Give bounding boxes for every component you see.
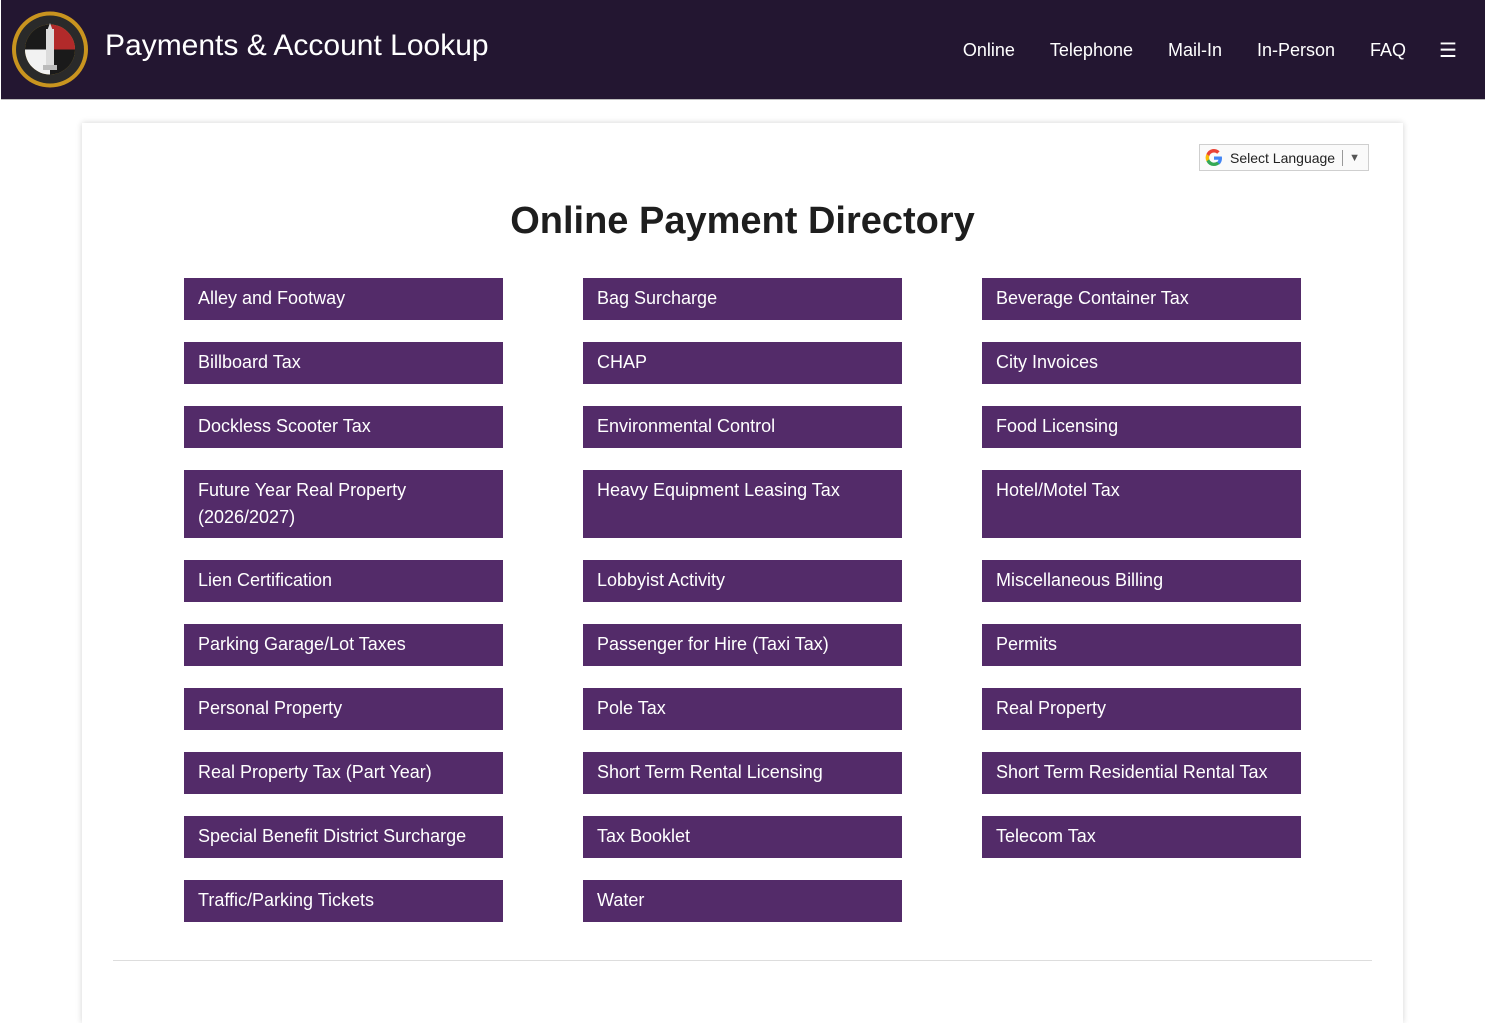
pay-button-short-term-rental-licensing[interactable]: Short Term Rental Licensing <box>583 752 902 794</box>
pay-button-billboard-tax[interactable]: Billboard Tax <box>184 342 503 384</box>
pay-button-environmental-control[interactable]: Environmental Control <box>583 406 902 448</box>
city-seal-logo[interactable] <box>11 9 89 90</box>
pay-button-short-term-residential-rental-tax[interactable]: Short Term Residential Rental Tax <box>982 752 1301 794</box>
main-nav: Online Telephone Mail-In In-Person FAQ ☰ <box>963 0 1485 100</box>
pay-button-personal-property[interactable]: Personal Property <box>184 688 503 730</box>
pay-button-tax-booklet[interactable]: Tax Booklet <box>583 816 902 858</box>
pay-button-heavy-equipment-leasing-tax[interactable]: Heavy Equipment Leasing Tax <box>583 470 902 538</box>
pay-button-water[interactable]: Water <box>583 880 902 922</box>
section-divider <box>113 960 1372 961</box>
pay-button-special-benefit-district-surcharge[interactable]: Special Benefit District Surcharge <box>184 816 503 858</box>
hamburger-menu-icon[interactable]: ☰ <box>1439 38 1457 63</box>
content-card: Select Language ▼ Online Payment Directo… <box>82 123 1403 1023</box>
pay-button-lien-certification[interactable]: Lien Certification <box>184 560 503 602</box>
language-select-label: Select Language <box>1230 149 1336 166</box>
pay-button-beverage-container-tax[interactable]: Beverage Container Tax <box>982 278 1301 320</box>
nav-online[interactable]: Online <box>963 40 1015 61</box>
pay-button-passenger-for-hire[interactable]: Passenger for Hire (Taxi Tax) <box>583 624 902 666</box>
pay-button-alley-and-footway[interactable]: Alley and Footway <box>184 278 503 320</box>
pay-button-traffic-parking-tickets[interactable]: Traffic/Parking Tickets <box>184 880 503 922</box>
dropdown-arrow-icon: ▼ <box>1349 151 1360 164</box>
pay-button-bag-surcharge[interactable]: Bag Surcharge <box>583 278 902 320</box>
site-header: Payments & Account Lookup Online Telepho… <box>1 0 1485 100</box>
pay-button-lobbyist-activity[interactable]: Lobbyist Activity <box>583 560 902 602</box>
pay-button-parking-garage-lot-taxes[interactable]: Parking Garage/Lot Taxes <box>184 624 503 666</box>
language-select-divider <box>1342 149 1344 166</box>
site-title[interactable]: Payments & Account Lookup <box>105 28 489 64</box>
pay-button-pole-tax[interactable]: Pole Tax <box>583 688 902 730</box>
payment-directory-grid: Alley and Footway Bag Surcharge Beverage… <box>184 278 1301 922</box>
page-title: Online Payment Directory <box>510 200 975 242</box>
nav-telephone[interactable]: Telephone <box>1050 40 1133 61</box>
nav-in-person[interactable]: In-Person <box>1257 40 1335 61</box>
pay-button-future-year-real-property[interactable]: Future Year Real Property (2026/2027) <box>184 470 503 538</box>
pay-button-real-property[interactable]: Real Property <box>982 688 1301 730</box>
pay-button-dockless-scooter-tax[interactable]: Dockless Scooter Tax <box>184 406 503 448</box>
pay-button-miscellaneous-billing[interactable]: Miscellaneous Billing <box>982 560 1301 602</box>
pay-button-real-property-tax-part-year[interactable]: Real Property Tax (Part Year) <box>184 752 503 794</box>
pay-button-food-licensing[interactable]: Food Licensing <box>982 406 1301 448</box>
language-select[interactable]: Select Language ▼ <box>1199 144 1369 171</box>
pay-button-chap[interactable]: CHAP <box>583 342 902 384</box>
pay-button-hotel-motel-tax[interactable]: Hotel/Motel Tax <box>982 470 1301 538</box>
nav-faq[interactable]: FAQ <box>1370 40 1406 61</box>
nav-mail-in[interactable]: Mail-In <box>1168 40 1222 61</box>
pay-button-telecom-tax[interactable]: Telecom Tax <box>982 816 1301 858</box>
pay-button-permits[interactable]: Permits <box>982 624 1301 666</box>
google-g-icon <box>1205 148 1222 166</box>
pay-button-city-invoices[interactable]: City Invoices <box>982 342 1301 384</box>
